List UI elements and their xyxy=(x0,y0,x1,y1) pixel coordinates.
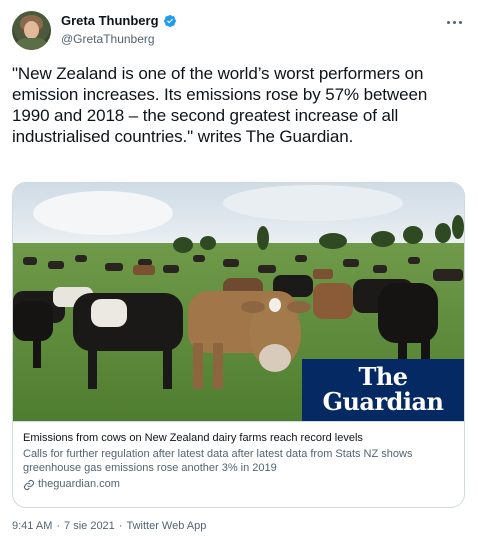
guardian-logo-line2: Guardian xyxy=(322,387,444,416)
more-dot-icon xyxy=(452,20,456,24)
more-options-button[interactable] xyxy=(444,12,464,32)
more-dot-icon xyxy=(458,20,462,24)
author-block: Greta Thunberg @GretaThunberg xyxy=(61,12,177,48)
separator-dot: · xyxy=(118,520,123,532)
author-name-row[interactable]: Greta Thunberg xyxy=(61,12,177,29)
source-app-link[interactable]: Twitter Web App xyxy=(126,520,206,532)
card-domain-row[interactable]: theguardian.com xyxy=(23,477,454,492)
author-handle[interactable]: @GretaThunberg xyxy=(61,30,177,48)
card-title[interactable]: Emissions from cows on New Zealand dairy… xyxy=(23,431,454,445)
guardian-logo: The Guardian xyxy=(302,359,464,421)
card-meta: Emissions from cows on New Zealand dairy… xyxy=(13,421,464,492)
separator-dot: · xyxy=(56,520,61,532)
link-card[interactable]: The Guardian Emissions from cows on New … xyxy=(12,182,465,508)
avatar-shirt xyxy=(16,38,47,50)
more-dot-icon xyxy=(446,20,450,24)
tweet-date[interactable]: 7 sie 2021 xyxy=(64,520,115,532)
tweet-timestamp: 9:41 AM · 7 sie 2021 · Twitter Web App xyxy=(12,520,206,532)
guardian-logo-line1: The xyxy=(358,362,408,391)
card-domain: theguardian.com xyxy=(38,478,120,490)
card-image: The Guardian xyxy=(13,183,464,421)
link-icon xyxy=(23,479,35,490)
tweet-time[interactable]: 9:41 AM xyxy=(12,520,52,532)
avatar[interactable] xyxy=(12,11,51,50)
tweet-text: "New Zealand is one of the world’s worst… xyxy=(12,64,428,146)
avatar-face xyxy=(24,21,39,39)
author-display-name[interactable]: Greta Thunberg xyxy=(61,12,159,29)
verified-badge-icon xyxy=(163,14,176,27)
card-description: Calls for further regulation after lates… xyxy=(23,448,413,474)
